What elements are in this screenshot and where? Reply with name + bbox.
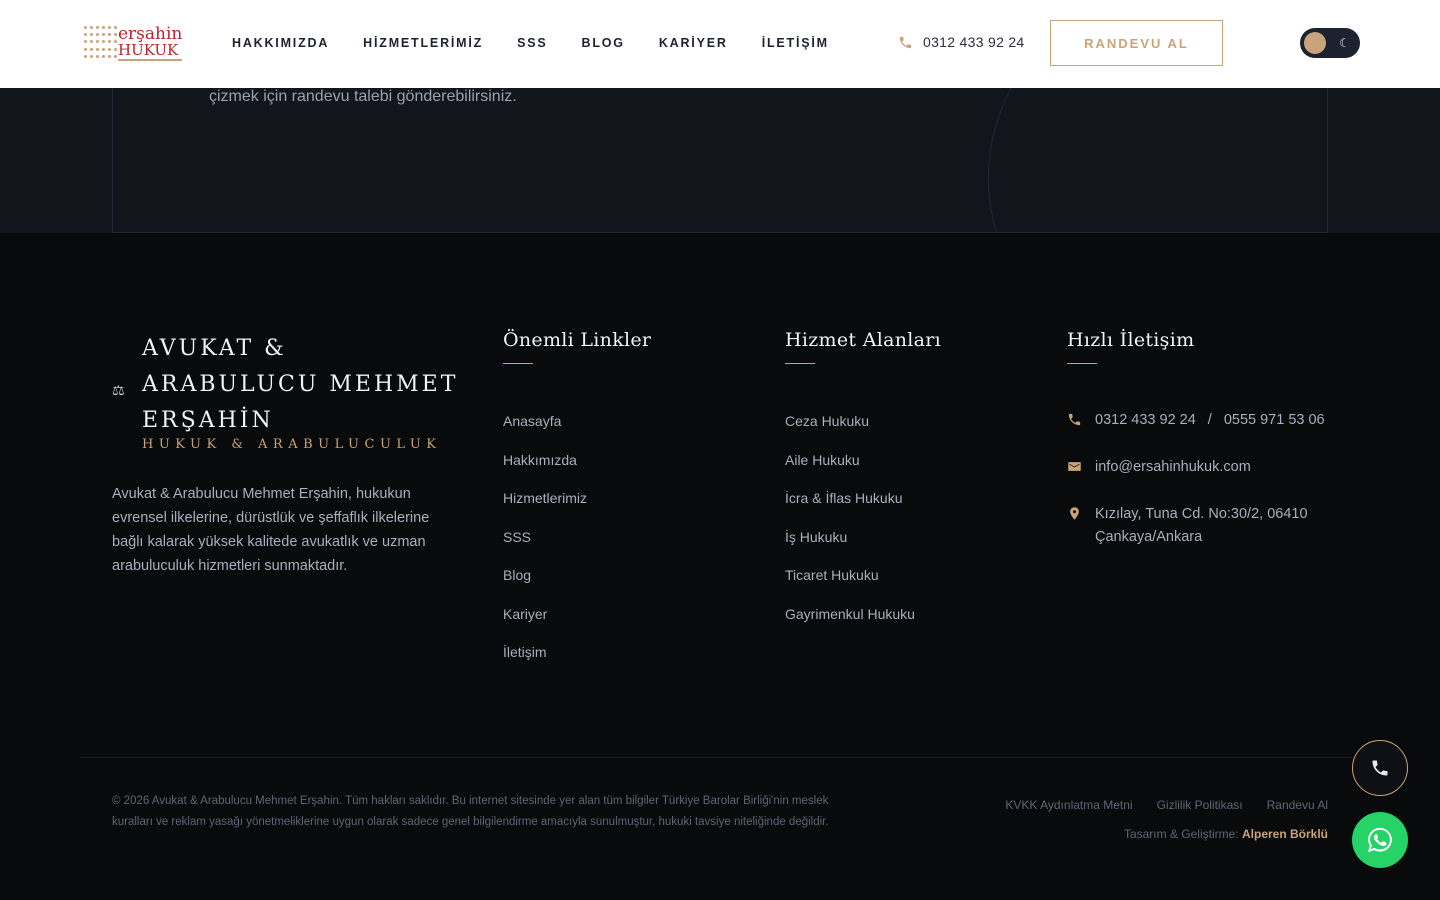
heading-underline	[1067, 363, 1097, 364]
footer-link-anasayfa[interactable]: Anasayfa	[503, 413, 651, 452]
service-link-aile[interactable]: Aile Hukuku	[785, 452, 941, 491]
logo-line-2: HUKUK	[118, 42, 183, 61]
contact-column: Hızlı İletişim 0312 433 92 24 / 0555 971…	[1067, 329, 1325, 570]
footer-link-iletisim[interactable]: İletişim	[503, 644, 651, 683]
randevu-al-button[interactable]: RANDEVU AL	[1050, 20, 1223, 66]
contact-heading: Hızlı İletişim	[1067, 329, 1195, 351]
copyright-text: © 2026 Avukat & Arabulucu Mehmet Erşahin…	[112, 795, 829, 828]
address-line-2: Çankaya/Ankara	[1095, 529, 1203, 545]
contact-list: 0312 433 92 24 / 0555 971 53 06 info@ers…	[1067, 409, 1325, 549]
contact-phones: 0312 433 92 24 / 0555 971 53 06	[1067, 409, 1325, 435]
logo-line-1: erşahin	[118, 23, 183, 44]
mail-icon	[1068, 462, 1081, 471]
nav-iletisim[interactable]: İLETİŞİM	[762, 36, 829, 50]
nav-sss[interactable]: SSS	[517, 36, 547, 50]
phone-icon	[899, 36, 912, 48]
footer-link-hakkimizda[interactable]: Hakkımızda	[503, 452, 651, 491]
address-line-1: Kızılay, Tuna Cd. No:30/2, 06410	[1095, 506, 1308, 522]
footer-link-sss[interactable]: SSS	[503, 529, 651, 568]
service-link-ticaret[interactable]: Ticaret Hukuku	[785, 567, 941, 606]
links-column: Önemli Linkler Anasayfa Hakkımızda Hizme…	[503, 329, 651, 683]
credit-prefix: Tasarım & Geliştirme:	[1123, 827, 1239, 841]
contact-address: Kızılay, Tuna Cd. No:30/2, 06410 Çankaya/…	[1067, 503, 1325, 549]
cta-text: çizmek için randevu talebi gönderebilirs…	[209, 88, 517, 105]
header-phone-link[interactable]: 0312 433 92 24	[898, 34, 1025, 50]
footer-divider	[80, 757, 1360, 758]
whatsapp-button[interactable]	[1352, 812, 1408, 868]
services-column: Hizmet Alanları Ceza Hukuku Aile Hukuku …	[785, 329, 941, 644]
whatsapp-icon	[1367, 827, 1392, 853]
randevu-footer-link[interactable]: Randevu Al	[1267, 798, 1328, 812]
nav-blog[interactable]: BLOG	[582, 36, 625, 50]
site-header: erşahin HUKUK HAKKIMIZDA HİZMETLERİMİZ S…	[0, 0, 1440, 88]
contact-phone-1[interactable]: 0312 433 92 24	[1095, 409, 1196, 432]
brand-subtitle: HUKUK & ARABULUCULUK	[142, 437, 442, 452]
logo[interactable]: erşahin HUKUK	[84, 22, 183, 64]
nav-hizmetlerimiz[interactable]: HİZMETLERİMİZ	[363, 36, 483, 50]
logo-text: erşahin HUKUK	[118, 23, 183, 61]
legal-links: KVKK Aydınlatma Metni Gizlilik Politikas…	[1005, 798, 1328, 812]
scales-icon: ⚖	[112, 383, 125, 399]
cta-box: çizmek için randevu talebi gönderebilirs…	[112, 88, 1328, 233]
floating-call-button[interactable]	[1352, 740, 1408, 796]
footer-link-kariyer[interactable]: Kariyer	[503, 606, 651, 645]
phone-icon	[1068, 413, 1081, 426]
heading-underline	[503, 363, 533, 364]
brand-title: AVUKAT & ARABULUCU MEHMET ERŞAHİN	[142, 336, 459, 433]
footer-link-blog[interactable]: Blog	[503, 567, 651, 606]
service-link-icra[interactable]: İcra & İflas Hukuku	[785, 490, 941, 529]
nav-hakkimizda[interactable]: HAKKIMIZDA	[232, 36, 329, 50]
moon-icon: ☾	[1339, 36, 1350, 50]
phone-icon	[1372, 760, 1388, 776]
contact-phone-2[interactable]: 0555 971 53 06	[1224, 409, 1325, 432]
decorative-circle	[988, 88, 1327, 232]
privacy-link[interactable]: Gizlilik Politikası	[1157, 798, 1243, 812]
nav-kariyer[interactable]: KARİYER	[659, 36, 728, 50]
developer-credit: Tasarım & Geliştirme: Alperen Börklü	[1124, 827, 1328, 841]
credit-name-link[interactable]: Alperen Börklü	[1242, 827, 1328, 841]
heading-underline	[785, 363, 815, 364]
main-nav: HAKKIMIZDA HİZMETLERİMİZ SSS BLOG KARİYE…	[232, 36, 863, 50]
service-link-is[interactable]: İş Hukuku	[785, 529, 941, 568]
toggle-knob	[1304, 32, 1326, 54]
location-pin-icon	[1070, 507, 1079, 520]
contact-email: info@ersahinhukuk.com	[1067, 456, 1325, 482]
contact-address-text: Kızılay, Tuna Cd. No:30/2, 06410 Çankaya/…	[1095, 503, 1308, 549]
header-phone-text: 0312 433 92 24	[923, 34, 1025, 50]
contact-email-link[interactable]: info@ersahinhukuk.com	[1095, 456, 1251, 479]
links-heading: Önemli Linkler	[503, 329, 652, 351]
services-heading: Hizmet Alanları	[785, 329, 942, 351]
logo-mark-icon	[84, 26, 117, 60]
kvkk-link[interactable]: KVKK Aydınlatma Metni	[1005, 798, 1132, 812]
cta-section: çizmek için randevu talebi gönderebilirs…	[0, 88, 1440, 233]
phone-separator: /	[1207, 412, 1212, 428]
service-link-gayrimenkul[interactable]: Gayrimenkul Hukuku	[785, 606, 941, 645]
site-footer: ⚖ AVUKAT & ARABULUCU MEHMET ERŞAHİN HUKU…	[0, 233, 1440, 900]
about-text: Avukat & Arabulucu Mehmet Erşahin, hukuk…	[112, 486, 430, 574]
footer-link-hizmetlerimiz[interactable]: Hizmetlerimiz	[503, 490, 651, 529]
theme-toggle[interactable]: ☾	[1300, 28, 1360, 58]
service-link-ceza[interactable]: Ceza Hukuku	[785, 413, 941, 452]
